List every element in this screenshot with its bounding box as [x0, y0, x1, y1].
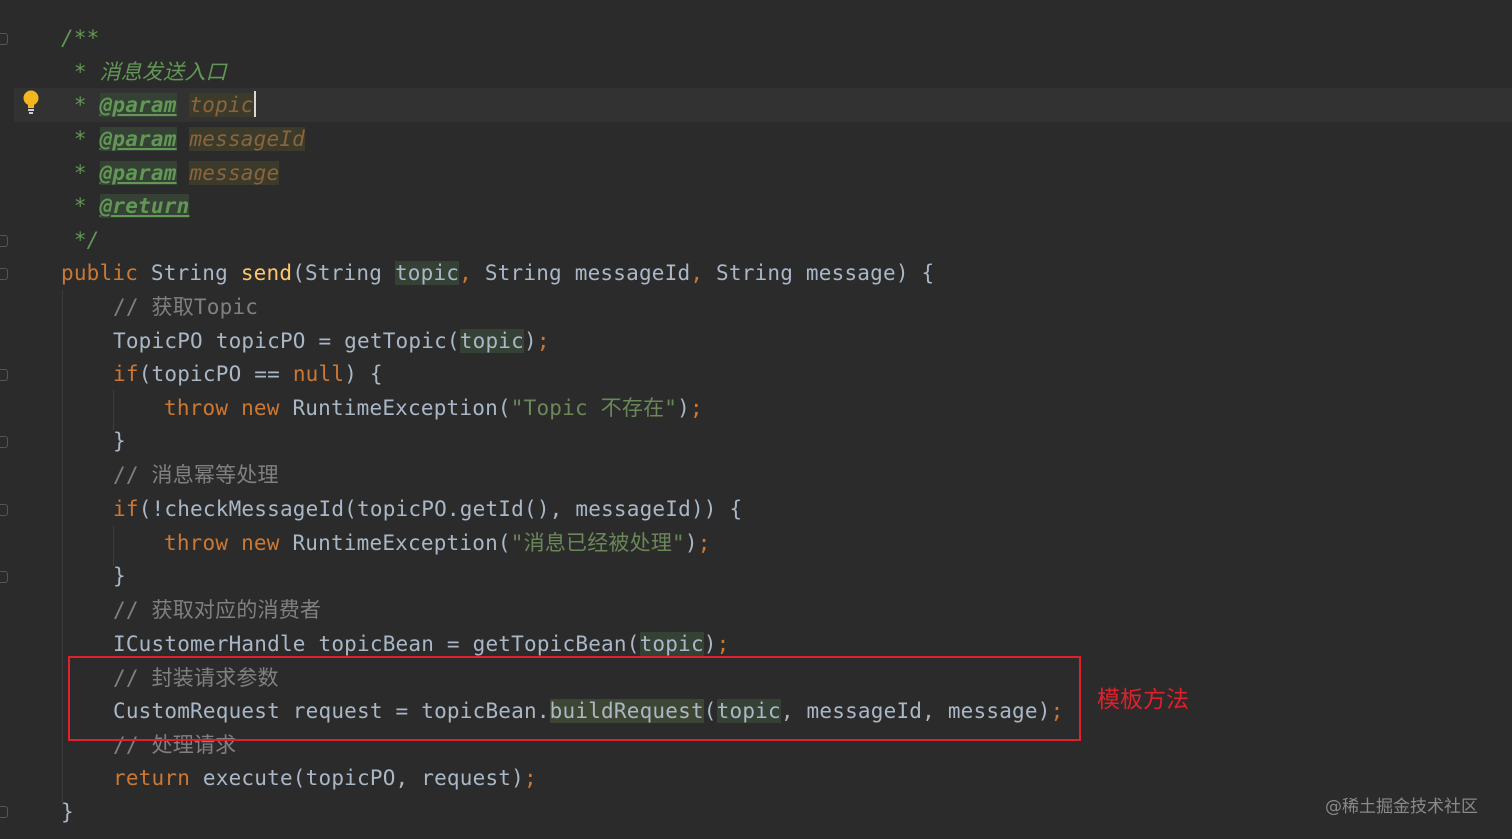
annotation-label: 模板方法	[1097, 687, 1189, 713]
code-line: // 获取对应的消费者	[113, 598, 322, 622]
code-line: */	[61, 228, 100, 252]
fold-icon[interactable]	[0, 33, 8, 45]
code-line: // 获取Topic	[113, 295, 259, 319]
fold-icon[interactable]	[0, 571, 8, 583]
text-caret	[253, 91, 256, 117]
editor-gutter	[0, 0, 14, 839]
fold-icon[interactable]	[0, 235, 8, 247]
code-line: /**	[61, 26, 100, 50]
code-line: * @param messageId	[61, 127, 306, 151]
code-line: * @return	[61, 194, 190, 218]
lightbulb-icon[interactable]	[22, 89, 40, 115]
fold-icon[interactable]	[0, 369, 8, 381]
fold-icon[interactable]	[0, 504, 8, 516]
indent-guide	[62, 290, 63, 805]
code-line: throw new RuntimeException("Topic 不存在");	[164, 396, 703, 420]
code-line: if(topicPO == null) {	[113, 362, 383, 386]
code-line: // 消息幂等处理	[113, 463, 279, 487]
code-line: return execute(topicPO, request);	[113, 766, 537, 790]
code-line: }	[61, 800, 74, 824]
code-line: * @param message	[61, 161, 280, 185]
code-line: }	[113, 429, 126, 453]
fold-icon[interactable]	[0, 806, 8, 818]
code-line: if(!checkMessageId(topicPO.getId(), mess…	[113, 497, 743, 521]
watermark: @稀土掘金技术社区	[1325, 797, 1478, 817]
template-method-highlight-box	[68, 656, 1081, 741]
code-editor[interactable]: /** * 消息发送入口 * @param topic * @param mes…	[0, 0, 1512, 839]
code-line: }	[113, 564, 126, 588]
fold-icon[interactable]	[0, 268, 8, 280]
fold-icon[interactable]	[0, 436, 8, 448]
code-line: TopicPO topicPO = getTopic(topic);	[113, 329, 550, 353]
code-line: * @param topic	[61, 91, 256, 117]
code-line: * 消息发送入口	[61, 60, 227, 84]
code-line: public String send(String topic, String …	[61, 261, 935, 285]
code-line: throw new RuntimeException("消息已经被处理");	[164, 531, 711, 555]
